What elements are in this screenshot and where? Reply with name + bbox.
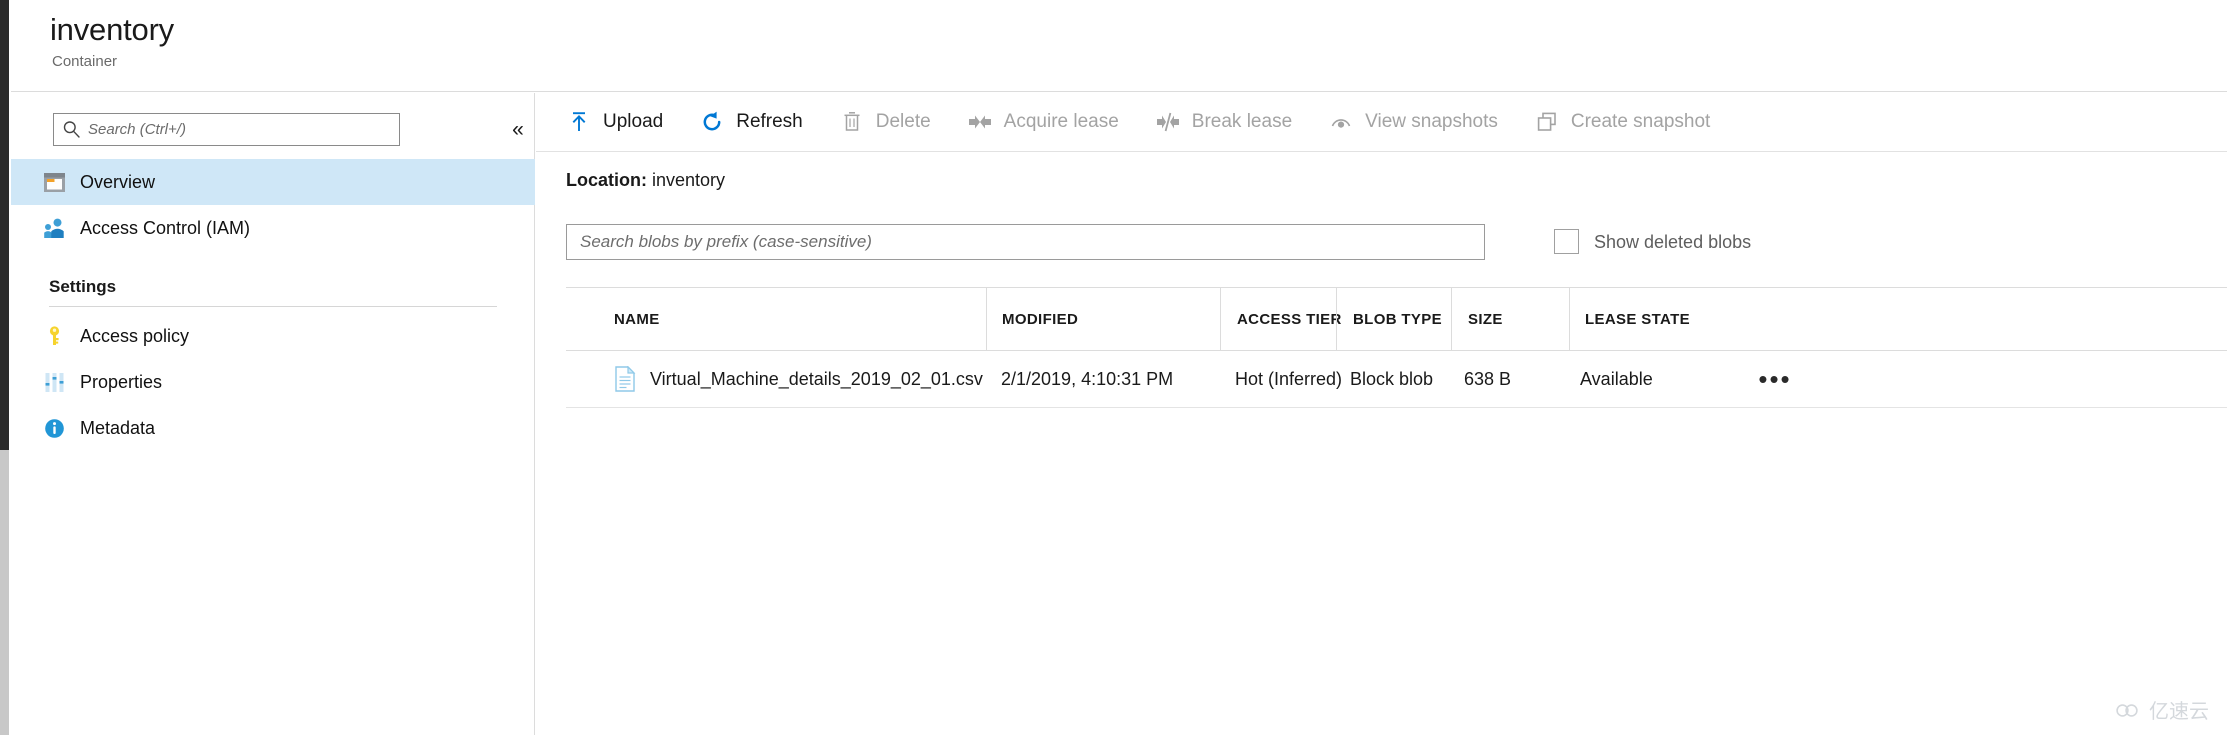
cell-blob-type: Block blob xyxy=(1350,369,1434,389)
create-snapshot-icon xyxy=(1534,109,1560,135)
table-header-row: NAME MODIFIED ACCESS TIER BLOB TYPE SIZE… xyxy=(566,287,2227,351)
refresh-label: Refresh xyxy=(736,111,803,132)
cloud-icon xyxy=(2116,701,2142,723)
chevron-double-left-icon: « xyxy=(512,117,524,141)
sidebar-item-label: Access policy xyxy=(80,326,190,346)
sidebar-search-row: « xyxy=(11,93,535,159)
show-deleted-blobs-checkbox[interactable] xyxy=(1554,229,1579,254)
acquire-lease-label: Acquire lease xyxy=(1003,111,1119,132)
location-breadcrumb: Location: inventory xyxy=(566,169,725,191)
view-snapshots-button[interactable]: View snapshots xyxy=(1328,102,1498,142)
upload-label: Upload xyxy=(603,111,664,132)
refresh-button[interactable]: Refresh xyxy=(699,102,803,142)
show-deleted-blobs-label: Show deleted blobs xyxy=(1594,231,1752,252)
page-subtitle: Container xyxy=(52,53,118,70)
window-edge-dark xyxy=(0,0,9,450)
sidebar-item-label: Properties xyxy=(80,372,163,392)
upload-button[interactable]: Upload xyxy=(566,102,663,142)
cell-size: 638 B xyxy=(1464,369,1512,389)
window-edge-light xyxy=(0,450,9,735)
column-header-actions xyxy=(1750,287,1810,351)
upload-icon xyxy=(566,109,592,135)
delete-label: Delete xyxy=(875,111,931,132)
blade-header: inventory Container xyxy=(11,0,2227,92)
cell-access-tier: Hot (Inferred) xyxy=(1235,369,1343,389)
overview-icon xyxy=(42,168,80,196)
sidebar-nav-list: Overview Access Control (IAM) Settings A… xyxy=(11,159,535,451)
sidebar-item-label: Overview xyxy=(80,172,156,192)
people-icon xyxy=(42,214,80,242)
column-header-access-tier[interactable]: ACCESS TIER xyxy=(1221,287,1341,351)
blob-search-input[interactable] xyxy=(567,225,1484,259)
blob-filter-row: Show deleted blobs xyxy=(536,216,2227,270)
break-lease-icon xyxy=(1155,109,1181,135)
delete-button[interactable]: Delete xyxy=(839,102,931,142)
sidebar-item-properties[interactable]: Properties xyxy=(11,359,535,405)
break-lease-button[interactable]: Break lease xyxy=(1155,102,1292,142)
sliders-icon xyxy=(42,368,80,396)
page-title: inventory xyxy=(50,12,174,47)
acquire-lease-icon xyxy=(967,109,993,135)
column-header-lease-state[interactable]: LEASE STATE xyxy=(1570,287,1750,351)
view-snapshots-label: View snapshots xyxy=(1365,111,1498,132)
show-deleted-blobs-toggle[interactable]: Show deleted blobs xyxy=(1554,229,1751,254)
sidebar-item-label: Access Control (IAM) xyxy=(80,218,251,238)
cell-modified: 2/1/2019, 4:10:31 PM xyxy=(1001,369,1174,389)
table-body: Virtual_Machine_details_2019_02_01.csv 2… xyxy=(566,351,2227,408)
row-context-menu-button[interactable]: ••• xyxy=(1745,351,1805,408)
location-label: Location: xyxy=(566,170,647,190)
refresh-icon xyxy=(699,109,725,135)
key-icon xyxy=(42,322,80,350)
collapse-sidebar-button[interactable]: « xyxy=(503,115,533,143)
trash-icon xyxy=(839,109,865,135)
command-toolbar: Upload Refresh Delete Acquire lease Brea… xyxy=(536,93,2227,152)
content-area: Upload Refresh Delete Acquire lease Brea… xyxy=(536,93,2227,735)
sidebar-item-metadata[interactable]: Metadata xyxy=(11,405,535,451)
file-icon xyxy=(614,365,636,392)
search-input-wrapper[interactable] xyxy=(53,113,400,146)
sidebar: « Overview xyxy=(11,93,535,735)
blob-search-wrapper[interactable] xyxy=(566,224,1485,260)
sidebar-section-title-settings: Settings xyxy=(49,277,117,296)
watermark-text: 亿速云 xyxy=(2149,701,2209,723)
column-header-name[interactable]: NAME xyxy=(566,287,986,351)
location-value: inventory xyxy=(652,170,726,190)
blob-name-text: Virtual_Machine_details_2019_02_01.csv xyxy=(650,369,983,389)
column-header-modified[interactable]: MODIFIED xyxy=(987,287,1220,351)
search-input[interactable] xyxy=(88,115,388,144)
sidebar-item-access-control[interactable]: Access Control (IAM) xyxy=(11,205,535,251)
create-snapshot-button[interactable]: Create snapshot xyxy=(1534,102,1710,142)
info-icon xyxy=(42,414,80,442)
watermark: 亿速云 xyxy=(2116,701,2209,723)
sidebar-item-overview[interactable]: Overview xyxy=(11,159,535,205)
search-icon xyxy=(54,114,88,145)
blob-list-table: NAME MODIFIED ACCESS TIER BLOB TYPE SIZE… xyxy=(566,287,2227,408)
cell-lease-state: Available xyxy=(1580,369,1653,389)
sidebar-item-label: Metadata xyxy=(80,418,156,438)
view-snapshots-icon xyxy=(1328,109,1354,135)
sidebar-item-access-policy[interactable]: Access policy xyxy=(11,313,535,359)
table-row[interactable]: Virtual_Machine_details_2019_02_01.csv 2… xyxy=(566,351,2227,408)
column-header-blob-type[interactable]: BLOB TYPE xyxy=(1337,287,1451,351)
acquire-lease-button[interactable]: Acquire lease xyxy=(967,102,1119,142)
column-header-size[interactable]: SIZE xyxy=(1452,287,1569,351)
cell-name[interactable]: Virtual_Machine_details_2019_02_01.csv xyxy=(566,351,986,408)
sidebar-section-divider xyxy=(49,306,497,307)
break-lease-label: Break lease xyxy=(1191,111,1293,132)
create-snapshot-label: Create snapshot xyxy=(1570,111,1711,132)
